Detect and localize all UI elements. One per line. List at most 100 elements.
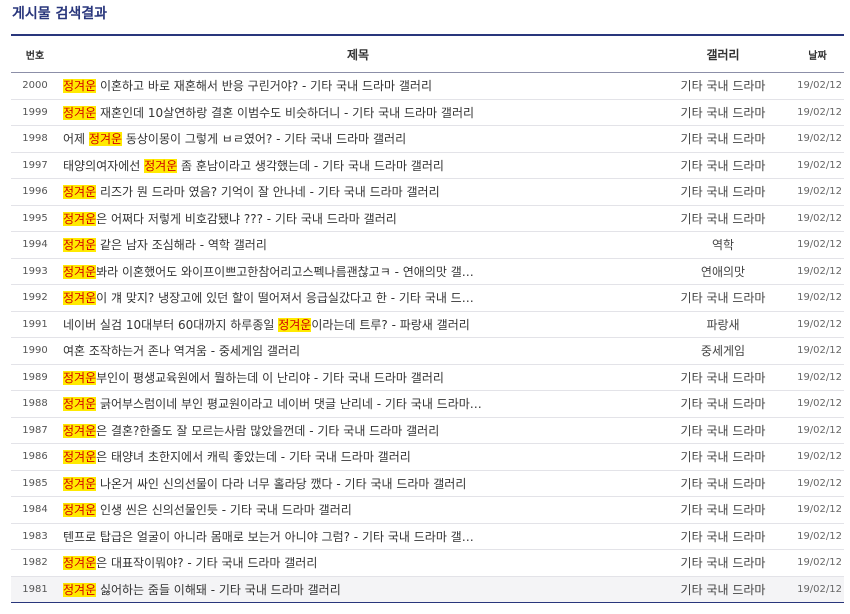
post-title-cell[interactable]: 텐프로 탑급은 얼굴이 아니라 몸매로 보는거 아니야 그럼? - 기타 국내 …	[59, 523, 653, 550]
gallery-name[interactable]: 기타 국내 드라마	[653, 364, 793, 391]
post-title-link[interactable]: 정겨운 리즈가 뭔 드라마 였음? 기억이 잘 안나네 - 기타 국내 드라마 …	[63, 185, 440, 200]
table-row[interactable]: 1993 정겨운봐라 이혼했어도 와이프이쁘고한참어리고스펙나름괜찮고ㅋ - 연애…	[11, 258, 844, 285]
post-title-link[interactable]: 정겨운 재혼인데 10살연하랑 결혼 이범수도 비슷하더니 - 기타 국내 드라…	[63, 105, 474, 120]
search-keyword-highlight: 정겨운	[278, 317, 312, 332]
post-title-cell[interactable]: 정겨운 긁어부스럼이네 부인 평교원이라고 네이버 댓글 난리네 - 기타 국내…	[59, 390, 653, 418]
gallery-name[interactable]: 기타 국내 드라마	[653, 152, 793, 179]
post-title-cell[interactable]: 정겨운 싫어하는 줌들 이해돼 - 기타 국내 드라마 갤러리	[59, 576, 653, 603]
post-title-cell[interactable]: 여혼 조작하는거 존나 역겨움 - 중세게임 갤러리	[59, 337, 653, 365]
post-title-link[interactable]: 정겨운봐라 이혼했어도 와이프이쁘고한참어리고스펙나름괜찮고ㅋ - 연애의맛 갤…	[63, 264, 474, 279]
table-row[interactable]: 1986 정겨운은 태양녀 초한지에서 캐릭 좋았는데 - 기타 국내 드라마 갤…	[11, 443, 844, 471]
title-suffix: 은 태양녀 초한지에서 캐릭 좋았는데 - 기타 국내 드라마 갤러리	[96, 450, 411, 465]
post-number: 1990	[11, 337, 59, 365]
gallery-name[interactable]: 기타 국내 드라마	[653, 125, 793, 153]
gallery-name[interactable]: 기타 국내 드라마	[653, 99, 793, 126]
search-keyword-highlight: 정겨운	[63, 397, 97, 412]
gallery-name[interactable]: 기타 국내 드라마	[653, 523, 793, 550]
page-title: 게시물 검색결과	[12, 6, 108, 22]
post-title-cell[interactable]: 정겨운은 태양녀 초한지에서 캐릭 좋았는데 - 기타 국내 드라마 갤러리	[59, 443, 653, 471]
post-title-cell[interactable]: 정겨운은 대표작이뭐야? - 기타 국내 드라마 갤러리	[59, 549, 653, 577]
post-number: 1982	[11, 549, 59, 577]
post-number: 1987	[11, 417, 59, 444]
post-title-link[interactable]: 정겨운은 어쩌다 저렇게 비호감됐냐 ??? - 기타 국내 드라마 갤러리	[63, 211, 397, 226]
table-row[interactable]: 1996 정겨운 리즈가 뭔 드라마 였음? 기억이 잘 안나네 - 기타 국내 …	[11, 178, 844, 206]
post-title-link[interactable]: 정겨운은 결혼?한줄도 잘 모르는사람 많았을껀데 - 기타 국내 드라마 갤러…	[63, 423, 440, 438]
gallery-name[interactable]: 기타 국내 드라마	[653, 178, 793, 206]
title-suffix: 은 결혼?한줄도 잘 모르는사람 많았을껀데 - 기타 국내 드라마 갤러리	[96, 423, 440, 438]
post-title-cell[interactable]: 정겨운은 어쩌다 저렇게 비호감됐냐 ??? - 기타 국내 드라마 갤러리	[59, 205, 653, 232]
post-number: 2000	[11, 72, 59, 100]
search-keyword-highlight: 정겨운	[63, 238, 97, 253]
title-prefix: 어제	[63, 132, 89, 147]
search-keyword-highlight: 정겨운	[63, 556, 97, 571]
post-title-cell[interactable]: 정겨운 인생 씬은 신의선물인듯 - 기타 국내 드라마 갤러리	[59, 496, 653, 524]
gallery-name[interactable]: 기타 국내 드라마	[653, 443, 793, 471]
gallery-name[interactable]: 기타 국내 드라마	[653, 390, 793, 418]
table-row[interactable]: 1982 정겨운은 대표작이뭐야? - 기타 국내 드라마 갤러리 기타 국내 드라…	[11, 549, 844, 577]
table-row[interactable]: 1983 텐프로 탑급은 얼굴이 아니라 몸매로 보는거 아니야 그럼? - 기타…	[11, 523, 844, 550]
table-row[interactable]: 2000 정겨운 이혼하고 바로 재혼해서 반응 구린거야? - 기타 국내 드라…	[11, 72, 844, 100]
search-keyword-highlight: 정겨운	[144, 158, 178, 173]
post-title-link[interactable]: 정겨운 긁어부스럼이네 부인 평교원이라고 네이버 댓글 난리네 - 기타 국내…	[63, 397, 482, 412]
post-title-cell[interactable]: 정겨운 나온거 싸인 신의선물이 다라 너무 홀라당 깼다 - 기타 국내 드라…	[59, 470, 653, 497]
table-row[interactable]: 1989 정겨운부인이 평생교육원에서 뭘하는데 이 난리야 - 기타 국내 드라…	[11, 364, 844, 391]
post-title-link[interactable]: 여혼 조작하는거 존나 역겨움 - 중세게임 갤러리	[63, 344, 300, 358]
post-title-cell[interactable]: 정겨운 같은 남자 조심해라 - 역학 갤러리	[59, 231, 653, 259]
gallery-name[interactable]: 중세게임	[653, 337, 793, 365]
post-title-cell[interactable]: 정겨운부인이 평생교육원에서 뭘하는데 이 난리야 - 기타 국내 드라마 갤러…	[59, 364, 653, 391]
post-date: 19/02/12	[793, 125, 844, 153]
gallery-name[interactable]: 역학	[653, 231, 793, 259]
gallery-name[interactable]: 기타 국내 드라마	[653, 549, 793, 577]
post-title-cell[interactable]: 태양의여자에선 정겨운 좀 훈남이라고 생각했는데 - 기타 국내 드라마 갤러…	[59, 152, 653, 179]
gallery-name[interactable]: 기타 국내 드라마	[653, 496, 793, 524]
post-title-link[interactable]: 정겨운부인이 평생교육원에서 뭘하는데 이 난리야 - 기타 국내 드라마 갤러…	[63, 370, 444, 385]
post-title-link[interactable]: 정겨운이 걔 맞지? 냉장고에 있던 할이 떨어져서 응급실갔다고 한 - 기타…	[63, 291, 474, 306]
post-title-link[interactable]: 네이버 실검 10대부터 60대까지 하루종일 정겨운이라는데 트루? - 파랑…	[63, 317, 470, 332]
post-title-cell[interactable]: 어제 정겨운 동상이몽이 그렇게 ㅂㄹ였어? - 기타 국내 드라마 갤러리	[59, 125, 653, 153]
post-title-link[interactable]: 텐프로 탑급은 얼굴이 아니라 몸매로 보는거 아니야 그럼? - 기타 국내 …	[63, 530, 474, 544]
post-title-cell[interactable]: 정겨운 리즈가 뭔 드라마 였음? 기억이 잘 안나네 - 기타 국내 드라마 …	[59, 178, 653, 206]
post-title-cell[interactable]: 정겨운 이혼하고 바로 재혼해서 반응 구린거야? - 기타 국내 드라마 갤러…	[59, 72, 653, 100]
post-title-cell[interactable]: 네이버 실검 10대부터 60대까지 하루종일 정겨운이라는데 트루? - 파랑…	[59, 311, 653, 338]
gallery-name[interactable]: 기타 국내 드라마	[653, 417, 793, 444]
post-title-link[interactable]: 정겨운은 대표작이뭐야? - 기타 국내 드라마 갤러리	[63, 556, 318, 571]
post-number: 1994	[11, 231, 59, 259]
table-row[interactable]: 1990 여혼 조작하는거 존나 역겨움 - 중세게임 갤러리 중세게임 19/02/…	[11, 337, 844, 365]
post-title-cell[interactable]: 정겨운봐라 이혼했어도 와이프이쁘고한참어리고스펙나름괜찮고ㅋ - 연애의맛 갤…	[59, 258, 653, 285]
title-suffix: 은 대표작이뭐야? - 기타 국내 드라마 갤러리	[96, 556, 318, 571]
title-suffix: 나온거 싸인 신의선물이 다라 너무 홀라당 깼다 - 기타 국내 드라마 갤러…	[96, 476, 467, 491]
post-title-link[interactable]: 정겨운 이혼하고 바로 재혼해서 반응 구린거야? - 기타 국내 드라마 갤러…	[63, 79, 432, 94]
table-row[interactable]: 1981 정겨운 싫어하는 줌들 이해돼 - 기타 국내 드라마 갤러리 기타 국내…	[11, 576, 844, 603]
post-title-link[interactable]: 정겨운 싫어하는 줌들 이해돼 - 기타 국내 드라마 갤러리	[63, 582, 341, 597]
post-title-link[interactable]: 어제 정겨운 동상이몽이 그렇게 ㅂㄹ였어? - 기타 국내 드라마 갤러리	[63, 132, 406, 147]
table-row[interactable]: 1997 태양의여자에선 정겨운 좀 훈남이라고 생각했는데 - 기타 국내 드라…	[11, 152, 844, 179]
post-title-link[interactable]: 정겨운 인생 씬은 신의선물인듯 - 기타 국내 드라마 갤러리	[63, 503, 352, 518]
table-row[interactable]: 1992 정겨운이 걔 맞지? 냉장고에 있던 할이 떨어져서 응급실갔다고 한 …	[11, 284, 844, 312]
table-row[interactable]: 1985 정겨운 나온거 싸인 신의선물이 다라 너무 홀라당 깼다 - 기타 국…	[11, 470, 844, 497]
post-title-cell[interactable]: 정겨운 재혼인데 10살연하랑 결혼 이범수도 비슷하더니 - 기타 국내 드라…	[59, 99, 653, 126]
post-title-link[interactable]: 정겨운은 태양녀 초한지에서 캐릭 좋았는데 - 기타 국내 드라마 갤러리	[63, 450, 411, 465]
table-row[interactable]: 1984 정겨운 인생 씬은 신의선물인듯 - 기타 국내 드라마 갤러리 기타 국…	[11, 496, 844, 524]
gallery-name[interactable]: 기타 국내 드라마	[653, 576, 793, 603]
gallery-name[interactable]: 연애의맛	[653, 258, 793, 285]
table-row[interactable]: 1995 정겨운은 어쩌다 저렇게 비호감됐냐 ??? - 기타 국내 드라마 갤…	[11, 205, 844, 232]
post-title-cell[interactable]: 정겨운이 걔 맞지? 냉장고에 있던 할이 떨어져서 응급실갔다고 한 - 기타…	[59, 284, 653, 312]
gallery-name[interactable]: 기타 국내 드라마	[653, 470, 793, 497]
post-title-link[interactable]: 태양의여자에선 정겨운 좀 훈남이라고 생각했는데 - 기타 국내 드라마 갤러…	[63, 158, 444, 173]
table-row[interactable]: 1988 정겨운 긁어부스럼이네 부인 평교원이라고 네이버 댓글 난리네 - 기…	[11, 390, 844, 418]
post-title-link[interactable]: 정겨운 나온거 싸인 신의선물이 다라 너무 홀라당 깼다 - 기타 국내 드라…	[63, 476, 467, 491]
gallery-name[interactable]: 기타 국내 드라마	[653, 72, 793, 100]
gallery-name[interactable]: 기타 국내 드라마	[653, 284, 793, 312]
table-row[interactable]: 1987 정겨운은 결혼?한줄도 잘 모르는사람 많았을껀데 - 기타 국내 드라…	[11, 417, 844, 444]
title-suffix: 부인이 평생교육원에서 뭘하는데 이 난리야 - 기타 국내 드라마 갤러리	[96, 370, 444, 385]
table-row[interactable]: 1994 정겨운 같은 남자 조심해라 - 역학 갤러리 역학 19/02/12	[11, 231, 844, 259]
gallery-name[interactable]: 파랑새	[653, 311, 793, 338]
post-title-cell[interactable]: 정겨운은 결혼?한줄도 잘 모르는사람 많았을껀데 - 기타 국내 드라마 갤러…	[59, 417, 653, 444]
post-date: 19/02/12	[793, 576, 844, 603]
gallery-name[interactable]: 기타 국내 드라마	[653, 205, 793, 232]
table-row[interactable]: 1998 어제 정겨운 동상이몽이 그렇게 ㅂㄹ였어? - 기타 국내 드라마 갤…	[11, 125, 844, 153]
post-number: 1999	[11, 99, 59, 126]
post-title-link[interactable]: 정겨운 같은 남자 조심해라 - 역학 갤러리	[63, 238, 267, 253]
table-row[interactable]: 1999 정겨운 재혼인데 10살연하랑 결혼 이범수도 비슷하더니 - 기타 국…	[11, 99, 844, 126]
table-row[interactable]: 1991 네이버 실검 10대부터 60대까지 하루종일 정겨운이라는데 트루? …	[11, 311, 844, 338]
